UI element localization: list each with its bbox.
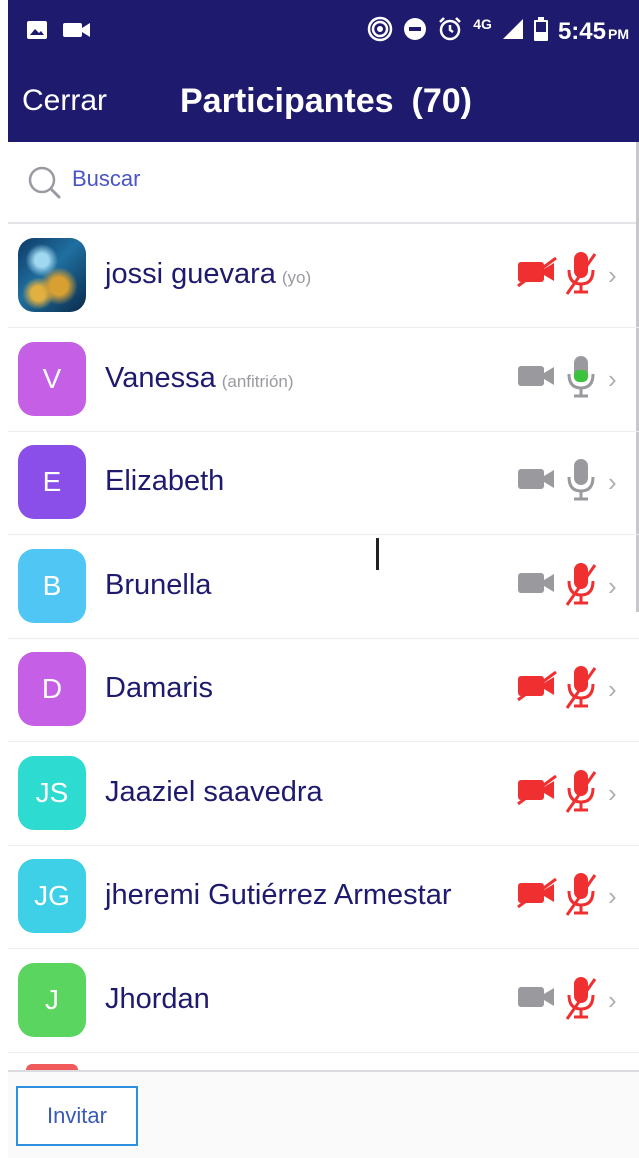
page-title: Participantes (70) — [180, 82, 472, 121]
avatar: J — [18, 962, 86, 1037]
participant-list: jossi guevara (yo) › V Vanessa (anfitrión) › E E… — [8, 224, 639, 1070]
camera-icon — [516, 464, 558, 499]
battery-icon — [533, 17, 548, 46]
participant-name: Damaris — [105, 672, 213, 705]
participant-name-text: Jaaziel saavedra — [105, 775, 323, 808]
camera-icon — [516, 982, 558, 1017]
participant-name-text: Damaris — [105, 672, 213, 704]
search-icon — [26, 164, 66, 209]
video-icon — [62, 21, 92, 44]
mic-muted-icon — [564, 768, 598, 821]
mic-muted-icon — [564, 664, 598, 717]
network-type: 4G — [473, 15, 492, 32]
avatar: D — [18, 652, 86, 726]
text-cursor — [376, 538, 379, 570]
mic-speaking-icon — [564, 354, 598, 407]
clock-ampm: PM — [608, 25, 629, 42]
participant-row[interactable]: J Jhordan › — [8, 949, 639, 1053]
participant-name-text: jossi guevara — [105, 258, 276, 290]
mic-muted-icon — [564, 871, 598, 924]
chevron-right-icon: › — [608, 881, 617, 911]
camera-icon — [516, 568, 558, 603]
chevron-right-icon: › — [608, 467, 617, 497]
participant-name: Jaaziel saavedra — [105, 776, 323, 809]
footer-bar: Invitar — [8, 1070, 639, 1158]
participant-name: Jhordan — [105, 983, 210, 1016]
mic-muted-icon — [564, 561, 598, 614]
participants-screen: 4G 5:45 PM Cerrar Participantes (70) Busca… — [8, 0, 639, 1158]
invite-button[interactable]: Invitar — [16, 1086, 138, 1146]
clock-time: 5:45 — [557, 17, 606, 45]
search-input[interactable]: Buscar — [72, 166, 140, 192]
chevron-right-icon: › — [608, 260, 617, 290]
participant-role-tag: (anfitrión) — [221, 371, 294, 391]
participant-row[interactable]: JG jheremi Gutiérrez Armestar › — [8, 845, 639, 949]
participant-count: (70) — [411, 82, 472, 120]
participant-name-text: Brunella — [105, 568, 212, 601]
participant-role-tag: (yo) — [281, 268, 312, 287]
avatar — [18, 238, 86, 312]
camera-icon — [516, 361, 558, 396]
camera-off-icon — [516, 774, 558, 810]
title-text: Participantes — [180, 82, 394, 120]
participant-row[interactable]: JS Jaaziel saavedra › — [8, 742, 639, 846]
mic-muted-icon — [564, 250, 598, 303]
chevron-right-icon: › — [608, 984, 617, 1015]
avatar: JG — [18, 859, 86, 933]
participant-row[interactable]: B Brunella › — [8, 535, 639, 639]
hotspot-icon — [367, 16, 393, 47]
participant-row[interactable]: V Vanessa (anfitrión) › — [8, 328, 639, 432]
mic-icon — [564, 457, 598, 510]
camera-off-icon — [516, 256, 558, 292]
participant-row[interactable]: E Elizabeth › — [8, 431, 639, 535]
participant-name-text: Vanessa — [105, 361, 216, 394]
participant-name-text: jheremi Gutiérrez Armestar — [105, 879, 452, 911]
avatar: B — [18, 548, 86, 623]
image-icon — [26, 20, 48, 45]
signal-icon — [502, 18, 524, 45]
do-not-disturb-icon — [403, 17, 427, 46]
avatar: V — [18, 341, 86, 416]
search-bar[interactable]: Buscar — [8, 142, 639, 224]
participant-name: jossi guevara (yo) — [105, 258, 311, 291]
participant-name: jheremi Gutiérrez Armestar — [105, 879, 452, 912]
camera-off-icon — [516, 670, 558, 706]
chevron-right-icon: › — [608, 363, 617, 394]
header-bar: Cerrar Participantes (70) — [8, 62, 639, 142]
avatar: E — [18, 445, 86, 519]
status-bar: 4G 5:45 PM — [8, 0, 639, 62]
participant-row[interactable]: jossi guevara (yo) › — [8, 224, 639, 328]
participant-name: Elizabeth — [105, 465, 224, 498]
participant-name-text: Elizabeth — [105, 465, 225, 497]
chevron-right-icon: › — [608, 674, 617, 704]
chevron-right-icon: › — [608, 570, 617, 601]
chevron-right-icon: › — [608, 777, 617, 808]
avatar: JS — [18, 755, 86, 830]
alarm-icon — [437, 16, 463, 47]
participant-name: Vanessa (anfitrión) — [105, 362, 294, 395]
participant-name: Brunella — [105, 569, 211, 602]
participant-name-text: Jhordan — [105, 982, 210, 1015]
participant-row[interactable]: D Damaris › — [8, 638, 639, 742]
camera-off-icon — [516, 877, 558, 913]
close-button[interactable]: Cerrar — [22, 84, 107, 118]
mic-muted-icon — [564, 975, 598, 1028]
